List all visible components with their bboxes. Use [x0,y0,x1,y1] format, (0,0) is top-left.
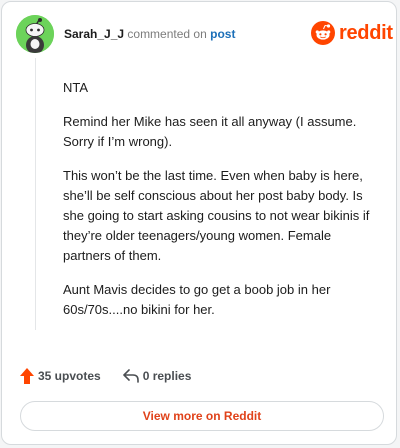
upvote-stat[interactable]: 35 upvotes [20,368,101,384]
comment-paragraph: Aunt Mavis decides to go get a boob job … [63,282,331,317]
thread-line [35,58,36,330]
comment-header: Sarah_J_J commented on post [64,27,235,41]
reply-icon [122,369,139,383]
reply-stat[interactable]: 0 replies [122,369,192,383]
comment-footer: 35 upvotes 0 replies [20,368,191,384]
reply-count: 0 replies [142,369,192,383]
reddit-brand[interactable]: reddit [311,21,393,45]
user-avatar[interactable] [16,15,54,53]
post-link[interactable]: post [210,27,235,41]
username-link[interactable]: Sarah_J_J [64,27,124,41]
comment-paragraph: This won’t be the last time. Even when b… [63,168,370,263]
comment-card: Sarah_J_J commented on post reddit NTA R… [1,1,397,445]
reddit-snoo-icon [311,21,335,45]
upvote-count: 35 upvotes [38,369,101,383]
view-more-button[interactable]: View more on Reddit [20,401,384,431]
snoo-avatar-icon [16,15,54,53]
comment-paragraph: Remind her Mike has seen it all anyway (… [63,114,357,149]
brand-wordmark: reddit [339,21,393,44]
action-text: commented on [127,27,207,41]
comment-paragraph: NTA [63,80,89,95]
comment-body: NTA Remind her Mike has seen it all anyw… [63,78,379,334]
upvote-arrow-icon [20,368,34,384]
